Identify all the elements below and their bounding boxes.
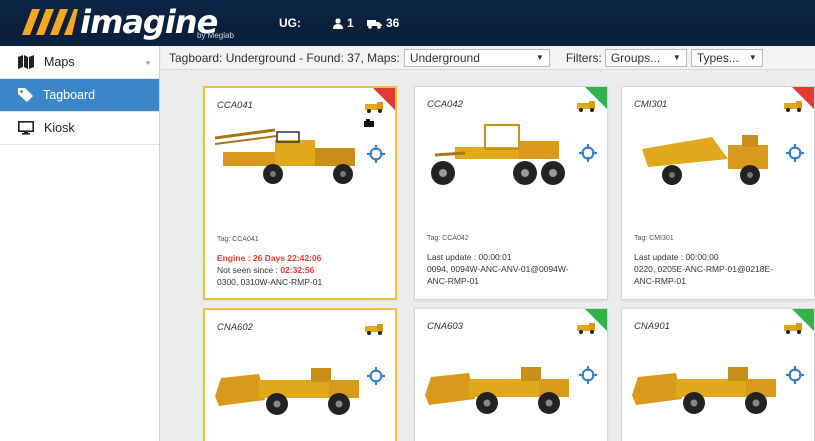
groups-filter-select[interactable]: Groups... ▼ [604, 48, 687, 67]
chevron-down-icon: ▼ [535, 53, 544, 62]
vehicle-name: CNA602 [217, 322, 253, 333]
ug-label: UG: [279, 16, 301, 30]
drill-type-icon [365, 102, 383, 113]
sidebar-item-tagboard[interactable]: Tagboard [0, 79, 159, 112]
not-seen-since: Not seen since : 02:32:56 [217, 265, 315, 275]
vehicle-card-cna602[interactable]: CNA602 [203, 308, 397, 441]
crosshair-icon[interactable] [579, 366, 597, 384]
vehicle-card-cca041[interactable]: CCA041 Tag: CCA041 Engine : 26 Days 22:4… [203, 86, 397, 300]
sidebar-item-label: Tagboard [43, 88, 96, 102]
tagboard-grid: CCA041 Tag: CCA041 Engine : 26 Days 22:4… [161, 71, 815, 441]
vehicle-location: 0220, 0205E-ANC-RMP-01@0218E- [634, 264, 774, 274]
vehicle-location-cont: ANC-RMP-01 [634, 276, 686, 286]
people-count-value: 1 [347, 16, 354, 30]
maps-select[interactable]: Underground ▼ [403, 48, 550, 67]
monitor-icon [18, 121, 34, 135]
grader-type-icon [577, 101, 595, 112]
sidebar: Maps ▸ Tagboard Kiosk [0, 46, 160, 441]
people-count[interactable]: 1 [333, 16, 354, 30]
sidebar-item-label: Kiosk [44, 121, 75, 135]
grader-image [429, 123, 567, 187]
loader-type-icon [784, 323, 802, 334]
crosshair-icon[interactable] [579, 144, 597, 162]
dump-truck-image [642, 135, 768, 185]
logo-stripes-icon [22, 9, 78, 35]
vehicle-tag: Tag: CMI301 [634, 235, 674, 242]
chevron-right-icon: ▸ [146, 57, 151, 67]
crosshair-icon[interactable] [786, 366, 804, 384]
vehicle-card-cna901[interactable]: CNA901 [621, 308, 815, 441]
tagboard-toolbar: Tagboard: Underground - Found: 37, Maps:… [161, 46, 815, 70]
person-icon [333, 17, 343, 29]
vehicle-location-cont: ANC-RMP-01 [427, 276, 479, 286]
crosshair-icon[interactable] [367, 145, 385, 163]
loader-type-icon [577, 323, 595, 334]
logo-subtitle: by Meglab [197, 31, 234, 40]
loader-type-icon [365, 324, 383, 335]
vehicle-name: CCA041 [217, 100, 253, 111]
vehicle-count[interactable]: 36 [367, 16, 399, 30]
vehicle-name: CNA603 [427, 321, 463, 332]
types-filter-select[interactable]: Types... ▼ [690, 48, 763, 67]
vehicle-location: 0094, 0094W-ANC-ANV-01@0094W- [427, 264, 569, 274]
map-icon [18, 55, 34, 69]
engine-time: Engine : 26 Days 22:42:06 [217, 253, 322, 263]
vehicle-card-cna603[interactable]: CNA603 [414, 308, 608, 441]
truck-icon [367, 19, 382, 29]
vehicle-tag: Tag: CCA042 [427, 235, 469, 242]
crosshair-icon[interactable] [367, 367, 385, 385]
app-header: imagine by Meglab UG: 1 36 [0, 0, 815, 46]
loader-image [632, 367, 776, 414]
vehicle-name: CMI301 [634, 99, 668, 110]
vehicle-name: CCA042 [427, 99, 463, 110]
vehicle-card-cmi301[interactable]: CMI301 Tag: CMI301 Last update : 00:00:0… [621, 86, 815, 300]
vehicle-name: CNA901 [634, 321, 670, 332]
crosshair-icon[interactable] [786, 144, 804, 162]
loader-image [215, 368, 359, 415]
tag-icon [18, 88, 33, 102]
chevron-down-icon: ▼ [748, 53, 757, 62]
sidebar-item-maps[interactable]: Maps ▸ [0, 46, 159, 79]
drill-rig-image [215, 128, 357, 186]
dumper-type-icon [784, 101, 802, 112]
filters-label: Filters: [565, 50, 602, 65]
chevron-down-icon: ▼ [672, 53, 681, 62]
vehicle-tag: Tag: CCA041 [217, 236, 259, 243]
vehicle-card-cca042[interactable]: CCA042 Tag: CCA042 Last update : 00:00:0… [414, 86, 608, 300]
last-update: Last update : 00:00:00 [634, 252, 719, 262]
sidebar-item-kiosk[interactable]: Kiosk [0, 112, 159, 145]
loader-image [425, 367, 569, 414]
vehicle-location: 0300, 0310W-ANC-RMP-01 [217, 277, 323, 287]
tagboard-summary: Tagboard: Underground - Found: 37, Maps: [169, 50, 400, 65]
last-update: Last update : 00:00:01 [427, 252, 512, 262]
vehicle-count-value: 36 [386, 16, 400, 30]
sidebar-item-label: Maps [44, 55, 75, 69]
